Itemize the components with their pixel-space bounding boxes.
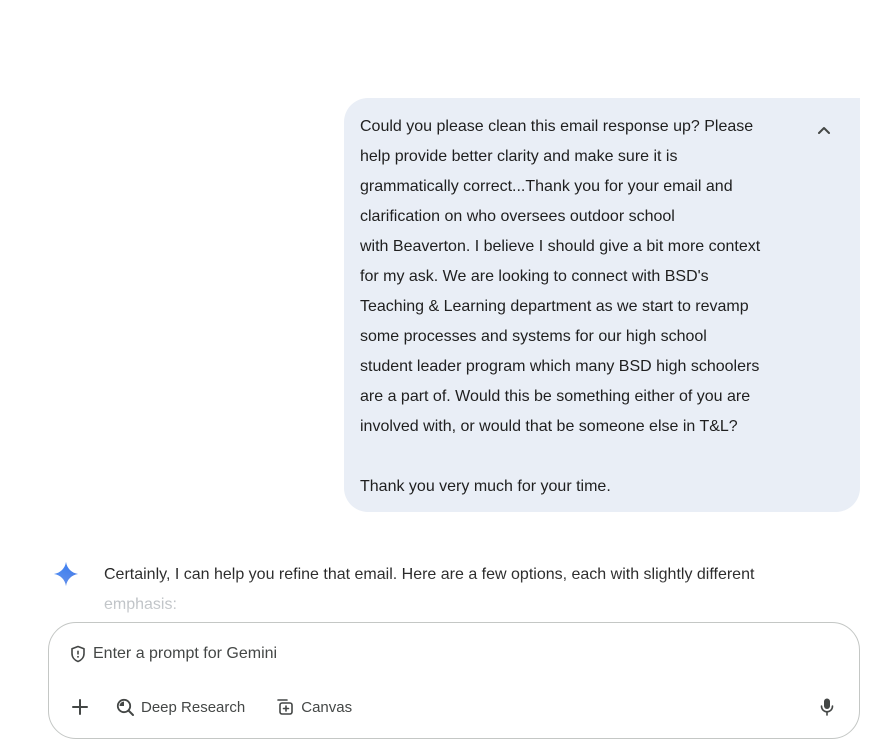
gemini-chat-page: Could you please clean this email respon… — [0, 0, 888, 750]
user-message-blank-line — [360, 442, 844, 472]
user-message-line: Teaching & Learning department as we sta… — [360, 298, 749, 315]
deep-research-label: Deep Research — [141, 698, 246, 716]
user-message-line: student leader program which many BSD hi… — [360, 358, 760, 375]
response-line: Certainly, I can help you refine that em… — [104, 566, 755, 583]
prompt-toolbar: Deep Research Canvas — [67, 693, 382, 721]
add-attachment-button[interactable] — [67, 694, 93, 720]
microphone-icon — [820, 698, 834, 716]
user-message-line: Thank you very much for your time. — [360, 478, 611, 495]
response-text: Certainly, I can help you refine that em… — [104, 560, 834, 620]
shield-icon — [69, 645, 87, 663]
chevron-up-icon — [818, 127, 830, 134]
canvas-button[interactable]: Canvas — [275, 693, 352, 721]
plus-icon — [72, 699, 88, 715]
user-message-line: Could you please clean this email respon… — [360, 118, 754, 135]
user-message-line: help provide better clarity and make sur… — [360, 148, 678, 165]
prompt-placeholder: Enter a prompt for Gemini — [93, 645, 278, 662]
user-message-line: for my ask. We are looking to connect wi… — [360, 268, 709, 285]
prompt-input-box[interactable]: Enter a prompt for Gemini Deep Research — [48, 622, 860, 739]
user-message-line: with Beaverton. I believe I should give … — [360, 238, 761, 255]
gemini-spark-icon — [53, 561, 79, 587]
model-response: Certainly, I can help you refine that em… — [0, 558, 888, 628]
deep-research-button[interactable]: Deep Research — [115, 693, 245, 721]
user-message-line: involved with, or would that be someone … — [360, 418, 738, 435]
collapse-message-button[interactable] — [814, 120, 834, 140]
microphone-button[interactable] — [815, 695, 839, 719]
canvas-label: Canvas — [301, 698, 353, 716]
canvas-icon — [275, 697, 295, 717]
user-message-line: are a part of. Would this be something e… — [360, 388, 751, 405]
deep-research-icon — [115, 697, 135, 717]
user-message-line: some processes and systems for our high … — [360, 328, 707, 345]
response-line: emphasis: — [104, 596, 177, 613]
user-message-line: grammatically correct...Thank you for yo… — [360, 178, 733, 195]
user-message-bubble: Could you please clean this email respon… — [344, 98, 860, 512]
user-message-line: clarification on who oversees outdoor sc… — [360, 208, 675, 225]
prompt-input[interactable]: Enter a prompt for Gemini — [69, 643, 277, 665]
